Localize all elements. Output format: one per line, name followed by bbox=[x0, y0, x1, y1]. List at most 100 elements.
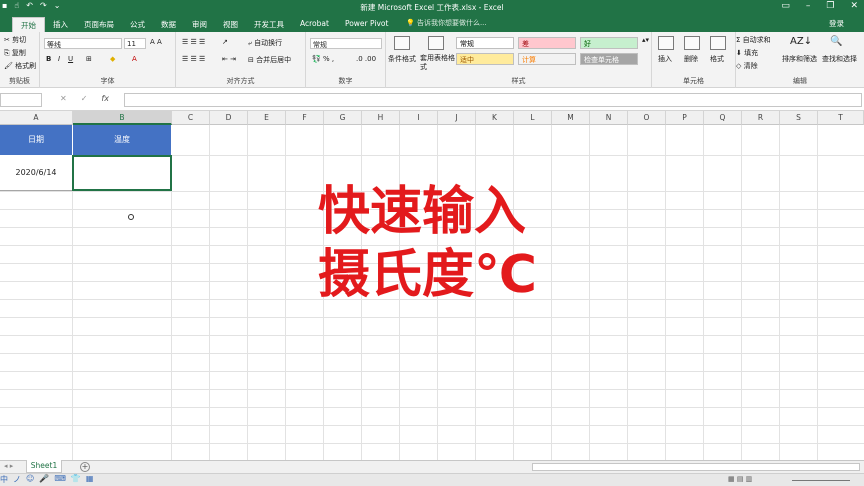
find-select-button[interactable]: 查找和选择 bbox=[822, 54, 857, 64]
sort-filter-button[interactable]: 排序和筛选 bbox=[782, 54, 817, 64]
wrap-text-button[interactable]: ⤶ 自动换行 bbox=[248, 38, 282, 48]
delete-cells-button[interactable]: 删除 bbox=[684, 54, 698, 64]
sheet-nav-icon[interactable]: ◂ ▸ bbox=[4, 462, 13, 470]
tell-me-box[interactable]: 💡 告诉我你想要做什么... bbox=[406, 18, 487, 28]
minimize-icon[interactable]: – bbox=[806, 1, 811, 11]
style-neutral[interactable]: 适中 bbox=[456, 53, 514, 65]
tab-developer[interactable]: 开发工具 bbox=[246, 17, 292, 32]
tab-data[interactable]: 数据 bbox=[153, 17, 184, 32]
align-left-icon[interactable]: ☰ ☰ ☰ bbox=[182, 55, 205, 63]
column-header-s[interactable]: S bbox=[780, 111, 818, 125]
name-box[interactable] bbox=[0, 93, 42, 107]
tab-review[interactable]: 审阅 bbox=[184, 17, 215, 32]
column-header-b[interactable]: B bbox=[73, 111, 172, 125]
ime-keyboard-icon[interactable]: ⌨ bbox=[54, 474, 66, 485]
decimal-icon[interactable]: .0 .00 bbox=[356, 55, 376, 63]
column-header-q[interactable]: Q bbox=[704, 111, 742, 125]
login-link[interactable]: 登录 bbox=[829, 18, 844, 29]
cancel-icon[interactable]: ✕ bbox=[60, 94, 67, 103]
ime-skin-icon[interactable]: 👕 bbox=[71, 474, 81, 485]
bold-icon[interactable]: B bbox=[46, 55, 51, 63]
tab-acrobat[interactable]: Acrobat bbox=[292, 17, 337, 32]
underline-icon[interactable]: U bbox=[68, 55, 73, 63]
style-normal[interactable]: 常规 bbox=[456, 37, 514, 49]
ime-emoji-icon[interactable]: ☺ bbox=[26, 474, 34, 485]
number-format-select[interactable]: 常规 bbox=[310, 38, 382, 49]
fill-color-icon[interactable]: ◆ bbox=[110, 55, 115, 63]
ribbon-tabs: 开始 插入 页面布局 公式 数据 审阅 视图 开发工具 Acrobat Powe… bbox=[0, 15, 864, 32]
ime-lang-icon[interactable]: 中 bbox=[0, 474, 8, 485]
cell-a3[interactable]: 2020/6/14 bbox=[0, 155, 73, 191]
gridline bbox=[741, 125, 742, 460]
column-header-f[interactable]: F bbox=[286, 111, 324, 125]
column-header-e[interactable]: E bbox=[248, 111, 286, 125]
zoom-slider[interactable] bbox=[792, 480, 850, 481]
tab-page-layout[interactable]: 页面布局 bbox=[76, 17, 122, 32]
font-color-icon[interactable]: A bbox=[132, 55, 137, 63]
column-header-g[interactable]: G bbox=[324, 111, 362, 125]
style-check-cell[interactable]: 检查单元格 bbox=[580, 53, 638, 65]
column-header-m[interactable]: M bbox=[552, 111, 590, 125]
formula-input[interactable] bbox=[124, 93, 862, 107]
conditional-format-button[interactable]: 条件格式 bbox=[388, 54, 416, 64]
insert-cells-button[interactable]: 插入 bbox=[658, 54, 672, 64]
header-cell-temperature[interactable]: 温度 bbox=[73, 125, 172, 155]
border-icon[interactable]: ⊞ bbox=[86, 55, 92, 63]
column-header-h[interactable]: H bbox=[362, 111, 400, 125]
column-header-r[interactable]: R bbox=[742, 111, 780, 125]
currency-icon[interactable]: 💱 % , bbox=[312, 55, 334, 63]
merge-center-button[interactable]: ⊟ 合并后居中 bbox=[248, 55, 291, 65]
style-bad[interactable]: 差 bbox=[518, 37, 576, 49]
column-header-j[interactable]: J bbox=[438, 111, 476, 125]
column-header-t[interactable]: T bbox=[818, 111, 864, 125]
tab-home[interactable]: 开始 bbox=[12, 17, 45, 32]
clear-button[interactable]: ◇ 清除 bbox=[736, 61, 758, 71]
maximize-icon[interactable]: ❐ bbox=[826, 1, 834, 11]
header-cell-date[interactable]: 日期 bbox=[0, 125, 73, 155]
add-sheet-icon[interactable]: + bbox=[80, 462, 90, 472]
column-header-o[interactable]: O bbox=[628, 111, 666, 125]
cut-button[interactable]: ✂ 剪切 bbox=[4, 35, 26, 45]
copy-button[interactable]: ⎘ 复制 bbox=[4, 48, 26, 58]
autosum-button[interactable]: Σ 自动求和 bbox=[736, 35, 771, 45]
gridline bbox=[0, 335, 864, 336]
font-grow-icon[interactable]: A A bbox=[150, 38, 162, 46]
fx-icon[interactable]: fx bbox=[101, 94, 109, 103]
orientation-icon[interactable]: ↗ bbox=[222, 38, 228, 46]
table-format-button[interactable]: 套用表格格式 bbox=[420, 54, 456, 72]
indent-icon[interactable]: ⇤ ⇥ bbox=[222, 55, 236, 63]
view-mode-icons[interactable]: ▦ ▤ ▥ bbox=[728, 475, 752, 483]
style-calculation[interactable]: 计算 bbox=[518, 53, 576, 65]
column-header-p[interactable]: P bbox=[666, 111, 704, 125]
fill-button[interactable]: ⬇ 填充 bbox=[736, 48, 758, 58]
format-painter-button[interactable]: 🖌 格式刷 bbox=[4, 61, 36, 71]
column-header-n[interactable]: N bbox=[590, 111, 628, 125]
column-header-i[interactable]: I bbox=[400, 111, 438, 125]
ime-mic-icon[interactable]: 🎤 bbox=[39, 474, 49, 485]
enter-icon[interactable]: ✓ bbox=[81, 94, 88, 103]
column-header-a[interactable]: A bbox=[0, 111, 73, 125]
sheet-tab-sheet1[interactable]: Sheet1 bbox=[26, 460, 62, 473]
cell-b3-active[interactable] bbox=[72, 155, 172, 191]
horizontal-scrollbar[interactable] bbox=[532, 463, 860, 471]
ime-punct-icon[interactable]: ノ bbox=[13, 474, 21, 485]
column-header-k[interactable]: K bbox=[476, 111, 514, 125]
italic-icon[interactable]: I bbox=[58, 55, 60, 63]
tab-insert[interactable]: 插入 bbox=[45, 17, 76, 32]
editing-label: 编辑 bbox=[793, 77, 807, 85]
format-cells-button[interactable]: 格式 bbox=[710, 54, 724, 64]
style-good[interactable]: 好 bbox=[580, 37, 638, 49]
styles-scroll-icon[interactable]: ▴▾ bbox=[642, 36, 649, 44]
ime-tools-icon[interactable]: ▦ bbox=[86, 474, 94, 485]
align-top-icon[interactable]: ☰ ☰ ☰ bbox=[182, 38, 205, 46]
tab-view[interactable]: 视图 bbox=[215, 17, 246, 32]
column-header-l[interactable]: L bbox=[514, 111, 552, 125]
font-size-select[interactable]: 11 bbox=[124, 38, 146, 49]
close-icon[interactable]: ✕ bbox=[850, 1, 858, 11]
tab-power-pivot[interactable]: Power Pivot bbox=[337, 17, 396, 32]
font-name-select[interactable]: 等线 bbox=[44, 38, 122, 49]
column-header-c[interactable]: C bbox=[172, 111, 210, 125]
column-header-d[interactable]: D bbox=[210, 111, 248, 125]
tab-formulas[interactable]: 公式 bbox=[122, 17, 153, 32]
ribbon-display-icon[interactable]: ▭ bbox=[781, 1, 790, 11]
